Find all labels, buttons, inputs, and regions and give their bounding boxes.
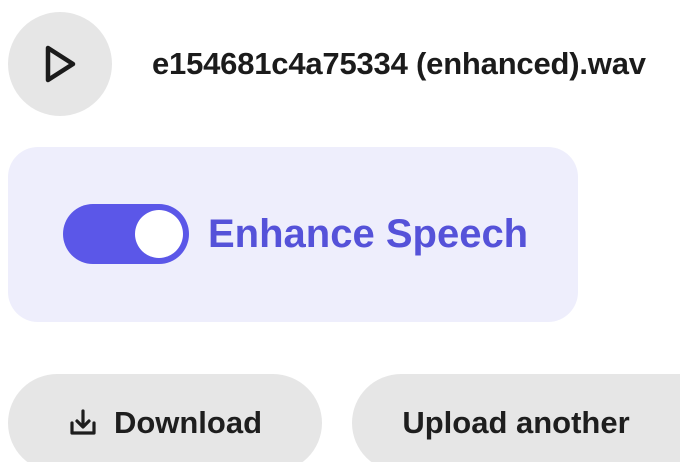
enhance-speech-label: Enhance Speech [208,212,529,256]
download-button[interactable]: Download [8,374,322,462]
play-button[interactable] [8,12,112,116]
audio-result-panel: e154681c4a75334 (enhanced).wav Enhance S… [0,0,680,462]
upload-another-button[interactable]: Upload another [352,374,680,462]
file-row: e154681c4a75334 (enhanced).wav [8,12,646,116]
toggle-knob [135,210,183,258]
download-label: Download [113,405,263,440]
upload-another-label: Upload another [402,405,630,440]
download-icon [68,408,98,438]
enhance-speech-toggle[interactable] [63,204,189,264]
enhance-speech-panel: Enhance Speech [8,147,578,322]
file-name: e154681c4a75334 (enhanced).wav [152,46,646,81]
play-icon [45,45,76,83]
